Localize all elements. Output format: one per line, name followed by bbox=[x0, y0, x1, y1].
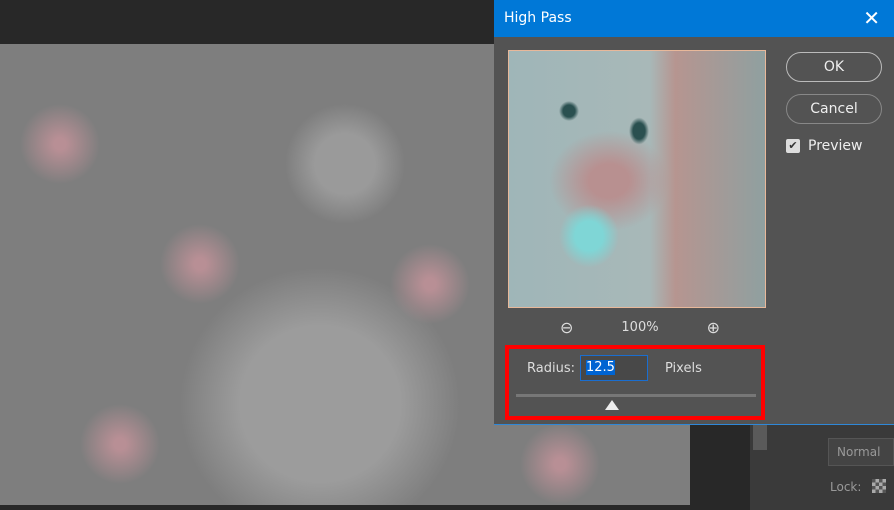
scrollbar-thumb[interactable] bbox=[753, 425, 767, 450]
zoom-in-icon[interactable]: ⊕ bbox=[707, 318, 720, 337]
lock-label: Lock: bbox=[830, 480, 862, 494]
lock-transparent-pixels-icon[interactable] bbox=[872, 479, 886, 493]
ok-button[interactable]: OK bbox=[786, 52, 882, 82]
high-pass-dialog: High Pass ✕ OK Cancel ✔ Preview ⊖ 100% ⊕… bbox=[494, 0, 894, 425]
zoom-level: 100% bbox=[621, 320, 659, 335]
radius-input[interactable]: 12.5 bbox=[580, 355, 648, 381]
radius-label: Radius: bbox=[527, 361, 575, 376]
zoom-controls: ⊖ 100% ⊕ bbox=[560, 318, 720, 337]
radius-slider-thumb[interactable] bbox=[605, 400, 619, 410]
close-icon[interactable]: ✕ bbox=[863, 6, 880, 30]
dialog-title-bar: High Pass ✕ bbox=[494, 0, 894, 37]
units-label: Pixels bbox=[665, 361, 702, 376]
dialog-title: High Pass bbox=[504, 10, 572, 26]
preview-checkbox[interactable]: ✔ bbox=[786, 139, 800, 153]
zoom-out-icon[interactable]: ⊖ bbox=[560, 318, 573, 337]
radius-value: 12.5 bbox=[586, 360, 615, 375]
blend-mode-select[interactable]: Normal bbox=[828, 438, 894, 466]
cancel-button[interactable]: Cancel bbox=[786, 94, 882, 124]
filter-preview-image[interactable] bbox=[508, 50, 766, 308]
radius-highlight-box: Radius: 12.5 Pixels bbox=[505, 345, 765, 420]
preview-label: Preview bbox=[808, 138, 863, 154]
preview-checkbox-row[interactable]: ✔ Preview bbox=[786, 138, 863, 154]
radius-slider-track[interactable] bbox=[516, 394, 756, 397]
